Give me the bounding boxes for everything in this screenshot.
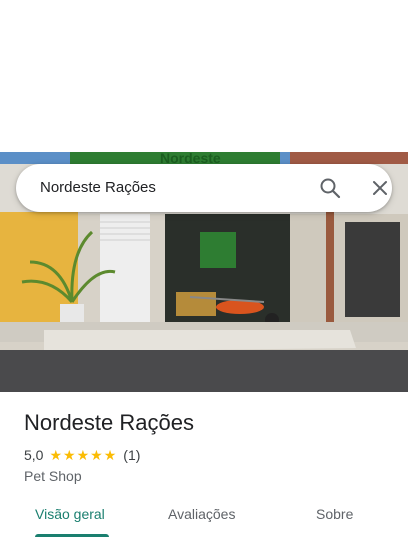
rating-value: 5,0: [24, 447, 44, 463]
tab-about[interactable]: Sobre: [316, 506, 353, 522]
star-rating: ★ ★ ★ ★ ★: [49, 448, 117, 462]
search-input[interactable]: Nordeste Rações: [40, 179, 156, 196]
rating-row[interactable]: 5,0 ★ ★ ★ ★ ★ (1): [24, 446, 394, 464]
star-icon: ★: [49, 447, 63, 463]
close-icon[interactable]: [368, 176, 392, 200]
place-category[interactable]: Pet Shop: [24, 468, 394, 484]
place-title: Nordeste Rações: [24, 410, 194, 435]
star-icon: ★: [76, 447, 90, 463]
tab-reviews[interactable]: Avaliações: [168, 506, 235, 522]
star-icon: ★: [63, 447, 76, 463]
search-bar[interactable]: Nordeste Rações: [16, 164, 392, 212]
place-info: Nordeste Rações 5,0 ★ ★ ★ ★ ★ (1) Pet Sh…: [24, 410, 394, 484]
search-icon[interactable]: [318, 176, 342, 200]
tab-bar: Visão geral Avaliações Sobre: [0, 496, 408, 544]
review-count[interactable]: (1): [123, 447, 140, 463]
active-tab-indicator: [35, 534, 109, 537]
star-icon: ★: [90, 447, 103, 463]
tab-overview[interactable]: Visão geral: [35, 506, 105, 522]
star-icon: ★: [103, 447, 117, 463]
